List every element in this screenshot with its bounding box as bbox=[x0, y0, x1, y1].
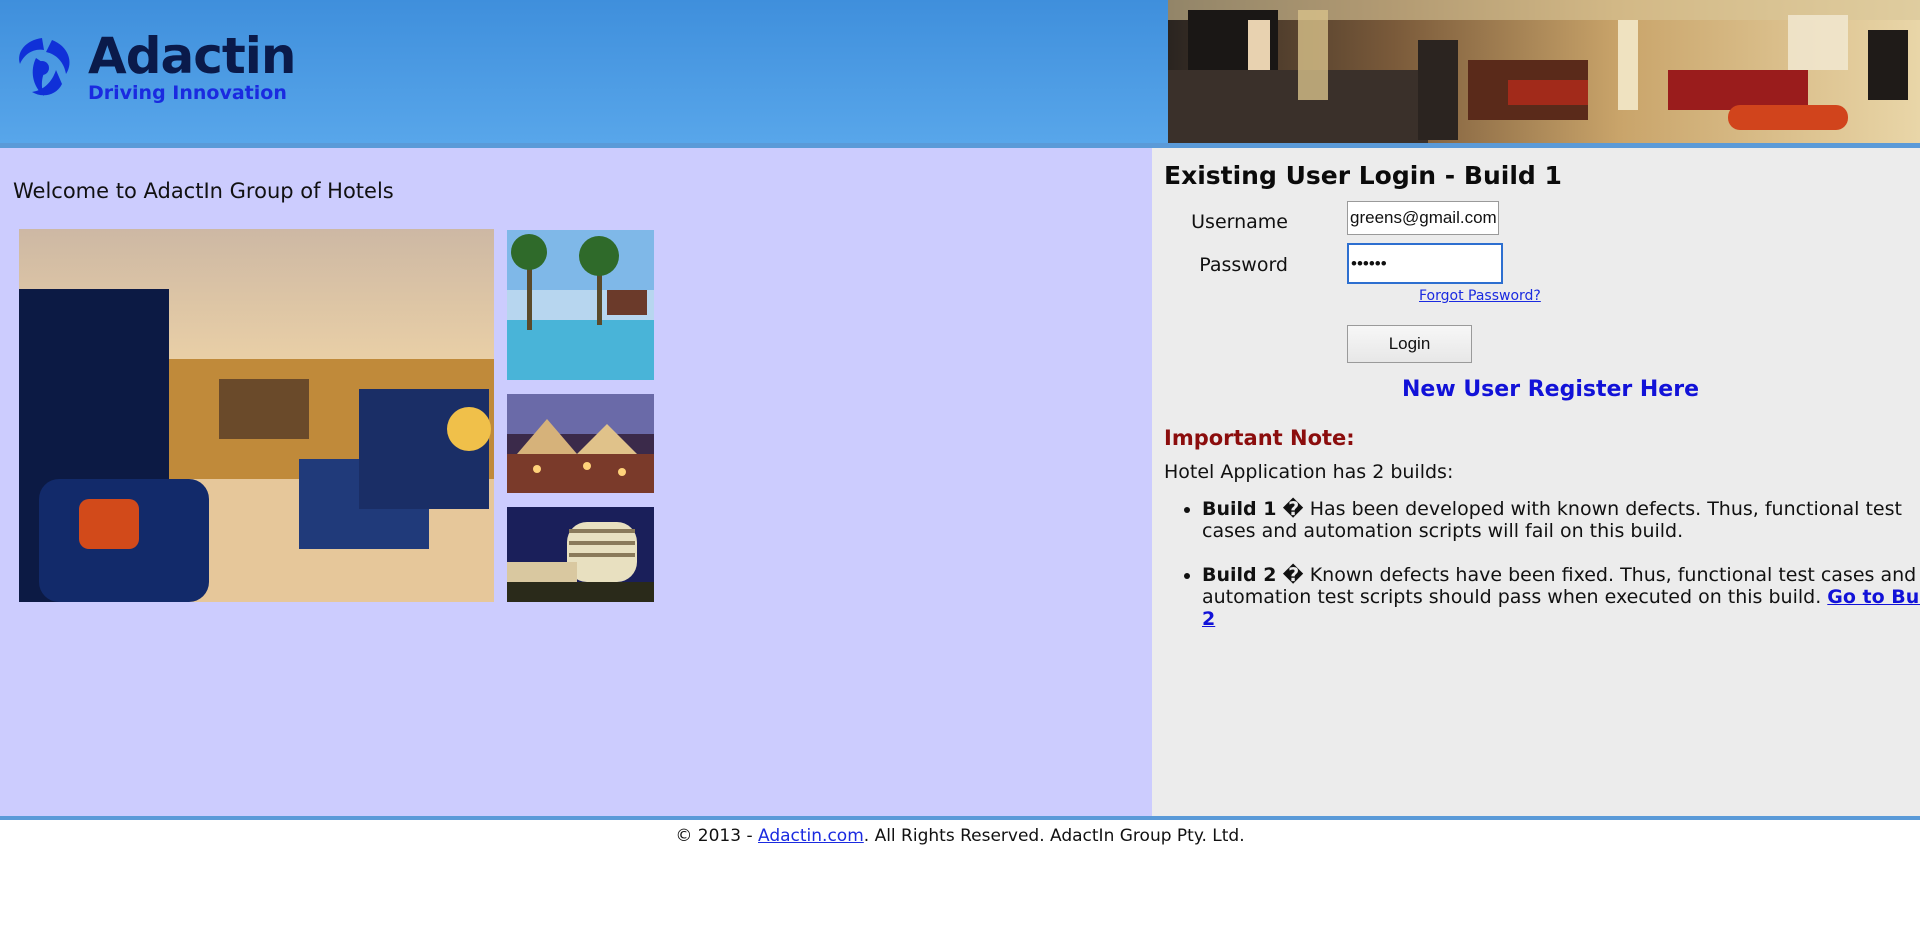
footer-copyright-prefix: © 2013 - bbox=[675, 826, 758, 846]
pool-palms-photo bbox=[507, 230, 654, 380]
build-2-name: Build 2 bbox=[1202, 564, 1277, 586]
username-input[interactable] bbox=[1347, 201, 1499, 235]
logo-tagline: Driving Innovation bbox=[88, 82, 287, 104]
footer-divider bbox=[0, 816, 1920, 820]
footer-adactin-link[interactable]: Adactin.com bbox=[758, 826, 864, 846]
build-1-name: Build 1 bbox=[1202, 498, 1277, 520]
resort-night-tents-photo bbox=[507, 394, 654, 493]
adactin-logo[interactable]: Adactin Driving Innovation bbox=[12, 28, 297, 110]
page-footer: © 2013 - Adactin.com. All Rights Reserve… bbox=[0, 824, 1920, 848]
logo-name: Adactin bbox=[88, 27, 297, 85]
footer-copyright-suffix: . All Rights Reserved. AdactIn Group Pty… bbox=[863, 826, 1245, 846]
password-label: Password bbox=[1199, 254, 1288, 276]
forgot-password-link[interactable]: Forgot Password? bbox=[1419, 288, 1541, 304]
adactin-logo-icon bbox=[19, 38, 70, 96]
login-title: Existing User Login - Build 1 bbox=[1164, 161, 1562, 190]
build-1-separator: � bbox=[1282, 498, 1304, 520]
build-list: Build 1 � Has been developed with known … bbox=[1164, 498, 1920, 652]
hotel-suite-photo bbox=[19, 229, 494, 602]
builds-intro: Hotel Application has 2 builds: bbox=[1164, 461, 1454, 483]
list-item: Build 2 � Known defects have been fixed.… bbox=[1202, 564, 1920, 630]
page-header: Adactin Driving Innovation bbox=[0, 0, 1920, 143]
build-2-separator: � bbox=[1282, 564, 1304, 586]
register-link[interactable]: New User Register Here bbox=[1402, 377, 1699, 402]
welcome-text: Welcome to AdactIn Group of Hotels bbox=[13, 179, 394, 203]
login-button[interactable]: Login bbox=[1347, 325, 1472, 363]
hotel-building-night-photo bbox=[507, 507, 654, 602]
list-item: Build 1 � Has been developed with known … bbox=[1202, 498, 1920, 542]
login-panel: Existing User Login - Build 1 Username P… bbox=[1152, 148, 1920, 816]
hotel-lobby-banner-image bbox=[1168, 0, 1920, 143]
build-2-text: Known defects have been fixed. Thus, fun… bbox=[1202, 564, 1917, 608]
welcome-panel: Welcome to AdactIn Group of Hotels bbox=[0, 148, 1152, 816]
important-note-title: Important Note: bbox=[1164, 426, 1355, 450]
username-label: Username bbox=[1191, 211, 1288, 233]
build-1-text: Has been developed with known defects. T… bbox=[1202, 498, 1902, 542]
password-input[interactable] bbox=[1347, 243, 1503, 284]
